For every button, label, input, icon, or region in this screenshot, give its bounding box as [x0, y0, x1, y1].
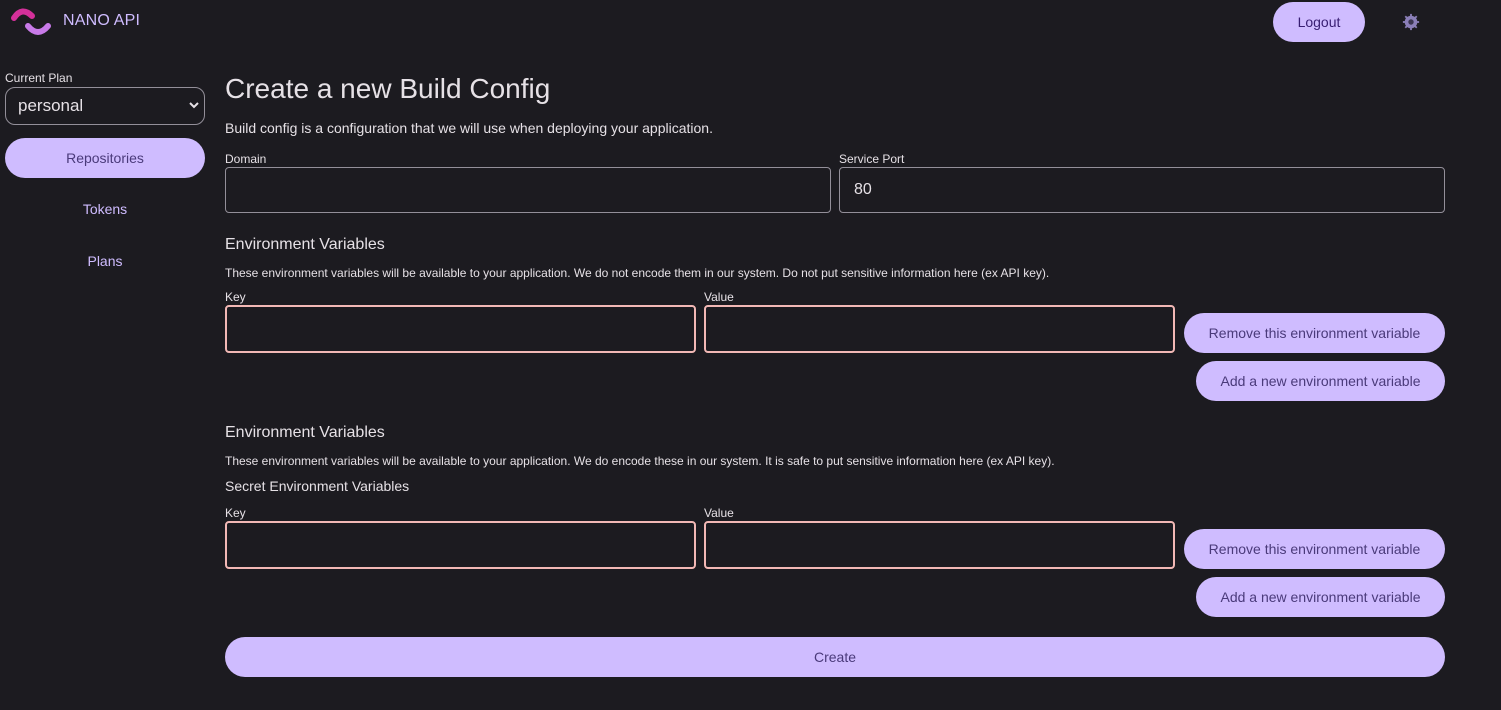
sidebar-item-tokens[interactable]: Tokens [5, 189, 205, 229]
env-section-heading: Environment Variables [225, 236, 385, 253]
page-subtitle: Build config is a configuration that we … [225, 120, 713, 136]
domain-input[interactable] [225, 167, 831, 213]
domain-label: Domain [225, 152, 267, 166]
plan-selected-value: personal [18, 96, 84, 115]
secret-env-section-heading: Environment Variables [225, 424, 385, 441]
logout-button[interactable]: Logout [1273, 2, 1365, 42]
chevron-down-icon [189, 102, 199, 109]
add-secret-env-variable-button[interactable]: Add a new environment variable [1196, 577, 1445, 617]
page-title: Create a new Build Config [225, 73, 551, 104]
sidebar-item-label: Tokens [82, 201, 128, 217]
plan-select[interactable]: personal [5, 87, 205, 125]
remove-secret-env-variable-button[interactable]: Remove this environment variable [1184, 529, 1445, 569]
sidebar-item-label: Repositories [66, 150, 144, 166]
remove-env-variable-button[interactable]: Remove this environment variable [1184, 313, 1445, 353]
secret-env-key-input[interactable] [225, 521, 696, 569]
service-port-input[interactable] [839, 167, 1445, 213]
create-button[interactable]: Create [225, 637, 1445, 677]
top-bar: NANO API Logout [0, 0, 1501, 44]
brand-name: NANO API [63, 12, 141, 29]
gear-icon[interactable] [1402, 13, 1420, 31]
secret-env-section-description: These environment variables will be avai… [225, 454, 1055, 468]
env-section-description: These environment variables will be avai… [225, 266, 1050, 280]
env-key-label: Key [225, 290, 246, 304]
add-env-variable-button[interactable]: Add a new environment variable [1196, 361, 1445, 401]
env-value-label: Value [704, 290, 734, 304]
nano-api-logo-icon [11, 8, 51, 35]
current-plan-label: Current Plan [5, 71, 73, 85]
secret-env-value-input[interactable] [704, 521, 1175, 569]
sidebar-item-plans[interactable]: Plans [5, 241, 205, 281]
secret-env-subheading: Secret Environment Variables [225, 478, 410, 494]
service-port-label: Service Port [839, 152, 905, 166]
sidebar-item-label: Plans [87, 253, 123, 269]
secret-env-value-label: Value [704, 506, 734, 520]
sidebar-item-repositories[interactable]: Repositories [5, 138, 205, 178]
env-value-input[interactable] [704, 305, 1175, 353]
env-key-input[interactable] [225, 305, 696, 353]
secret-env-key-label: Key [225, 506, 246, 520]
